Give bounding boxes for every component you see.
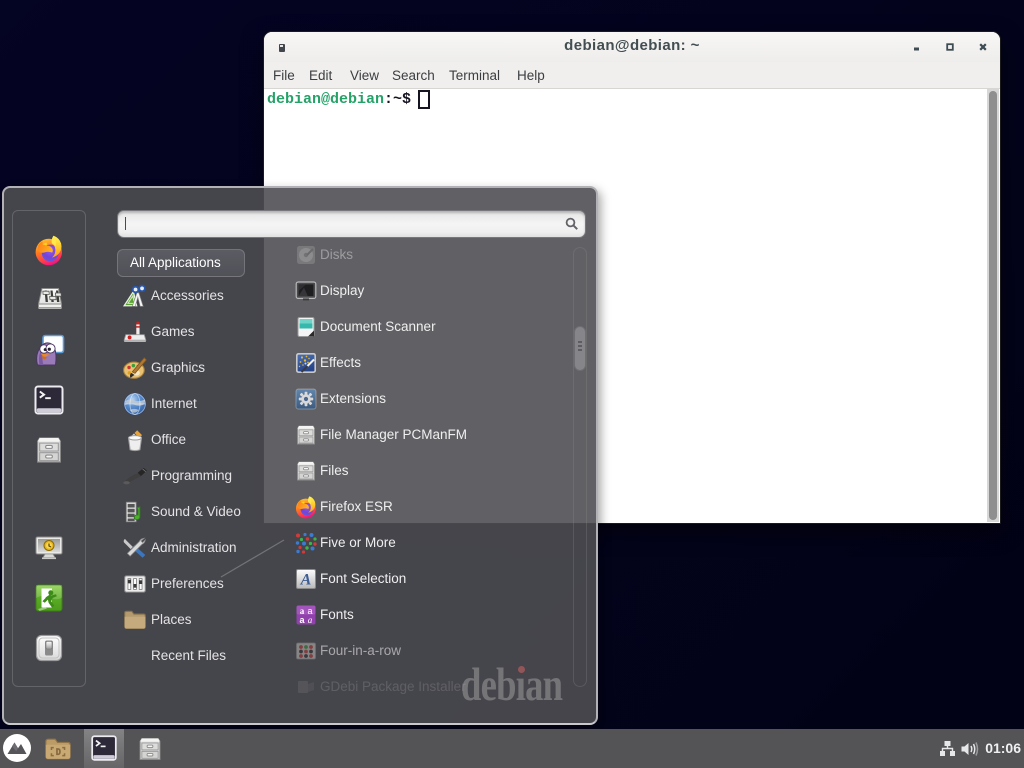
svg-text:a: a — [308, 615, 313, 625]
svg-text:A: A — [300, 572, 312, 589]
